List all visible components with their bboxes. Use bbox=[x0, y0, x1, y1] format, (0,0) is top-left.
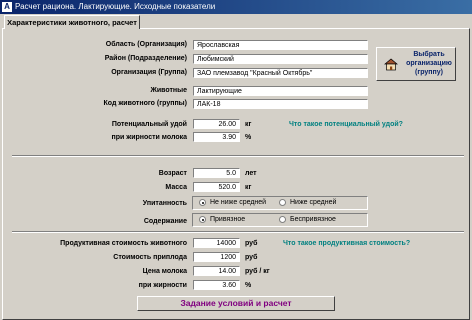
fatness-option-below-label: Ниже средней bbox=[290, 199, 337, 206]
mass-label: Масса bbox=[165, 184, 187, 191]
price-fat-field[interactable]: 3.60 bbox=[193, 280, 240, 290]
milk-fat-unit: % bbox=[245, 134, 252, 141]
milk-fat-label: при жирности молока bbox=[111, 134, 188, 141]
district-label: Район (Подразделение) bbox=[104, 55, 187, 62]
fatness-option-normal-label: Не ниже средней bbox=[210, 199, 267, 206]
milk-price-field[interactable]: 14.00 bbox=[193, 266, 240, 276]
fatness-option-below[interactable]: Ниже средней bbox=[279, 199, 336, 206]
region-label: Область (Организация) bbox=[105, 41, 187, 48]
housing-label: Содержание bbox=[143, 218, 187, 225]
milk-price-unit: руб / кг bbox=[245, 268, 270, 275]
radio-selected-icon bbox=[199, 216, 206, 223]
offspring-cost-unit: руб bbox=[245, 254, 258, 261]
productive-cost-help-link[interactable]: Что такое продуктивная стоимость? bbox=[283, 240, 410, 247]
calculate-button[interactable]: Задание условий и расчет bbox=[137, 296, 335, 311]
fatness-option-normal[interactable]: Не ниже средней bbox=[199, 199, 266, 206]
home-icon bbox=[384, 58, 398, 73]
housing-option-tied[interactable]: Привязное bbox=[199, 216, 245, 223]
organization-field[interactable]: ЗАО племзавод "Красный Октябрь" bbox=[193, 68, 368, 78]
housing-option-tied-label: Привязное bbox=[210, 216, 246, 223]
app-icon: A bbox=[2, 2, 12, 12]
housing-option-loose[interactable]: Беспривязное bbox=[279, 216, 336, 223]
organization-label: Организация (Группа) bbox=[111, 69, 187, 76]
potential-yield-field[interactable]: 26.00 bbox=[193, 119, 240, 129]
radio-unselected-icon bbox=[279, 216, 286, 223]
select-organization-button[interactable]: Выбрать организацию (группу) bbox=[376, 47, 456, 81]
offspring-cost-label: Стоимость приплода bbox=[113, 254, 187, 261]
age-field[interactable]: 5.0 bbox=[193, 168, 240, 178]
price-fat-unit: % bbox=[245, 282, 252, 289]
animal-code-label: Код животного (группы) bbox=[103, 100, 188, 107]
productive-cost-unit: руб bbox=[245, 240, 258, 247]
potential-yield-unit: кг bbox=[245, 121, 252, 128]
age-unit: лет bbox=[245, 170, 257, 177]
potential-yield-label: Потенциальный удой bbox=[111, 121, 187, 128]
window-title: Расчет рациона. Лактирующие. Исходные по… bbox=[15, 2, 216, 11]
offspring-cost-field[interactable]: 1200 bbox=[193, 252, 240, 262]
price-fat-label: при жирности bbox=[138, 282, 187, 289]
tab-animal-characteristics[interactable]: Характеристики животного, расчет bbox=[4, 15, 140, 29]
select-organization-label: Выбрать организацию (группу) bbox=[406, 51, 452, 76]
potential-yield-help-link[interactable]: Что такое потенциальный удой? bbox=[289, 121, 403, 128]
region-field[interactable]: Ярославская bbox=[193, 40, 368, 50]
milk-fat-field[interactable]: 3.90 bbox=[193, 132, 240, 142]
section-divider bbox=[12, 231, 464, 233]
mass-field[interactable]: 520.0 bbox=[193, 182, 240, 192]
animals-field[interactable]: Лактирующие bbox=[193, 86, 368, 96]
radio-selected-icon bbox=[199, 199, 206, 206]
animals-label: Животные bbox=[150, 87, 187, 94]
productive-cost-label: Продуктивная стоимость животного bbox=[60, 240, 187, 247]
section-divider bbox=[12, 155, 464, 157]
animal-code-field[interactable]: ЛАК-18 bbox=[193, 99, 368, 109]
mass-unit: кг bbox=[245, 184, 252, 191]
district-field[interactable]: Любимский bbox=[193, 54, 368, 64]
radio-unselected-icon bbox=[279, 199, 286, 206]
age-label: Возраст bbox=[158, 170, 187, 177]
housing-option-loose-label: Беспривязное bbox=[290, 216, 336, 223]
window-titlebar: A Расчет рациона. Лактирующие. Исходные … bbox=[0, 0, 472, 14]
milk-price-label: Цена молока bbox=[142, 268, 187, 275]
fatness-label: Упитанность bbox=[142, 200, 187, 207]
productive-cost-field[interactable]: 14000 bbox=[193, 238, 240, 248]
